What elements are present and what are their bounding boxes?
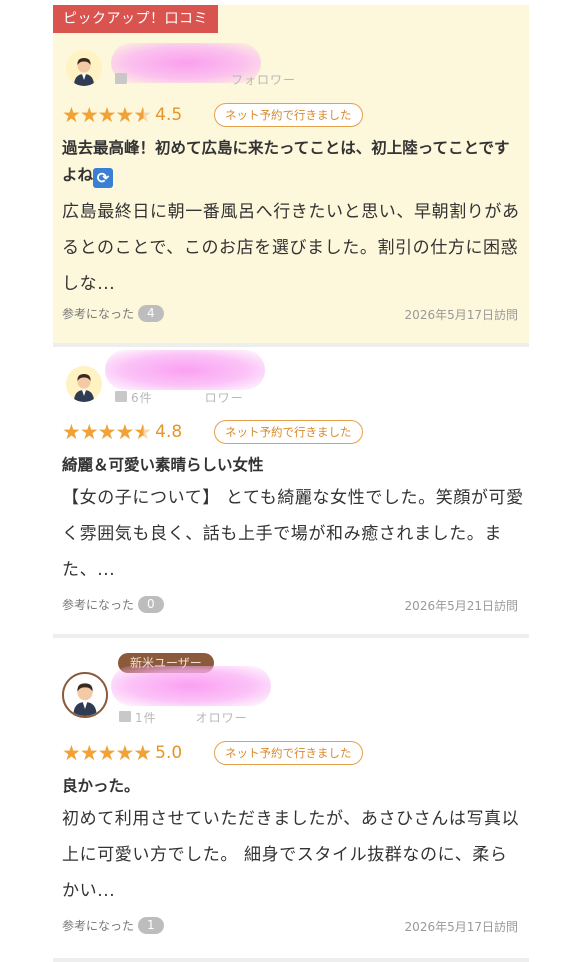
star-icon: ★ (62, 420, 81, 444)
helpful-count: 4 (138, 305, 164, 322)
helpful-button[interactable]: 参考になった 1 (62, 917, 164, 934)
review-body[interactable]: 広島最終日に朝一番風呂へ行きたいと思い、早朝割りがあるとのことで、このお店を選び… (62, 194, 524, 302)
helpful-count: 0 (138, 596, 164, 613)
helpful-count: 1 (138, 917, 164, 934)
helpful-button[interactable]: 参考になった 0 (62, 596, 164, 613)
visit-date: 2026年5月17日訪問 (404, 308, 518, 322)
review-title[interactable]: 綺麗＆可愛い素晴らしい女性 (62, 452, 522, 479)
rating-stars: ★ ★ ★ ★ ★ 4.8 (62, 420, 182, 444)
star-icon: ★ (62, 741, 81, 765)
divider (53, 958, 529, 962)
divider (53, 634, 529, 638)
redacted-username (111, 666, 271, 706)
follow-info: 6件 ロワー (131, 391, 244, 405)
star-icon: ★ (97, 741, 117, 765)
reservation-tag: ネット予約で行きました (214, 741, 363, 765)
avatar[interactable] (66, 366, 102, 402)
user-avatar-icon (64, 674, 106, 716)
rating-score: 4.5 (155, 105, 183, 125)
book-icon (115, 391, 127, 402)
visit-date: 2026年5月17日訪問 (404, 920, 518, 934)
avatar[interactable] (66, 50, 102, 86)
star-icon: ★ (79, 741, 99, 765)
review-body[interactable]: 【女の子について】 とても綺麗な女性でした。笑顔が可愛く雰囲気も良く、話も上手で… (62, 480, 524, 588)
follow-info: フォロワー (231, 73, 297, 87)
star-icon: ★ (97, 420, 117, 444)
refresh-emoji-icon: ⟳ (93, 168, 114, 188)
star-icon: ★ (79, 420, 99, 444)
rating-score: 4.8 (155, 422, 183, 442)
helpful-button[interactable]: 参考になった 4 (62, 305, 164, 322)
redacted-username (105, 350, 265, 390)
rating-stars: ★ ★ ★ ★ ★ 5.0 (62, 741, 182, 765)
reservation-tag: ネット予約で行きました (214, 420, 363, 444)
half-star-icon: ★ (133, 420, 153, 444)
star-icon: ★ (115, 420, 135, 444)
rating-score: 5.0 (155, 743, 183, 763)
star-icon: ★ (62, 103, 81, 127)
user-avatar-icon (66, 366, 102, 402)
user-avatar-icon (66, 50, 102, 86)
review-body[interactable]: 初めて利用させていただきましたが、あさひさんは写真以上に可愛い方でした。 細身で… (62, 801, 524, 909)
review-card[interactable]: ピックアップ！口コミ フォロワー ★ ★ ★ ★ ★ 4.5 ネット予約で行きま… (53, 5, 529, 343)
review-title[interactable]: 良かった。 (62, 773, 522, 800)
avatar[interactable] (62, 672, 108, 718)
visit-date: 2026年5月21日訪問 (404, 599, 518, 613)
review-title[interactable]: 過去最高峰！初めて広島に来たってことは、初上陸ってことですよね ⟳ (62, 135, 522, 189)
star-icon: ★ (115, 741, 135, 765)
star-icon: ★ (115, 103, 135, 127)
reservation-tag: ネット予約で行きました (214, 103, 363, 127)
review-card[interactable]: 新米ユーザー 1件 オロワー ★ ★ ★ ★ ★ 5.0 ネット予約で行きました… (53, 640, 529, 958)
review-card[interactable]: 6件 ロワー ★ ★ ★ ★ ★ 4.8 ネット予約で行きました 綺麗＆可愛い素… (53, 348, 529, 634)
rating-stars: ★ ★ ★ ★ ★ 4.5 (62, 103, 182, 127)
book-icon (119, 711, 131, 722)
follow-info: 1件 オロワー (135, 711, 248, 725)
star-icon: ★ (133, 741, 153, 765)
pickup-label: ピックアップ！口コミ (53, 5, 218, 33)
book-icon (115, 73, 127, 84)
half-star-icon: ★ (133, 103, 153, 127)
star-icon: ★ (79, 103, 99, 127)
star-icon: ★ (97, 103, 117, 127)
divider (53, 343, 529, 347)
